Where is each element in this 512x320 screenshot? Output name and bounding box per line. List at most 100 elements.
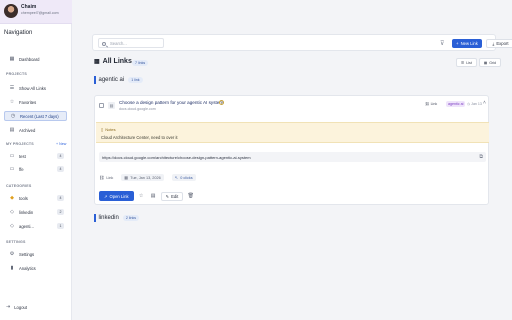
calendar-icon: ▦	[124, 175, 129, 180]
meta-type: ⛓ Link	[99, 175, 113, 181]
list-icon: ☰	[461, 60, 465, 65]
star-icon[interactable]: ☆	[137, 192, 146, 201]
url-text: https://docs.cloud.google.com/architectu…	[102, 154, 251, 160]
copy-icon[interactable]: ⧉	[479, 154, 483, 160]
item-count: 4	[57, 153, 64, 159]
item-count: 2	[57, 209, 64, 215]
sidebar-item-label: Settings	[19, 251, 35, 257]
sidebar-item-settings[interactable]: ⚙ Settings	[4, 249, 67, 259]
filter-icon[interactable]: ⊽	[440, 40, 444, 47]
view-grid-button[interactable]: ▦ Grid	[478, 58, 502, 67]
link-icon: ⛓	[99, 174, 105, 180]
page-title: ▦ All Links	[94, 58, 132, 65]
document-icon: ▤	[108, 102, 115, 109]
open-link-label: Open Link	[109, 193, 129, 199]
url-field[interactable]: https://docs.cloud.google.com/architectu…	[99, 152, 486, 162]
card-date-label: Jan 13	[471, 102, 482, 106]
group-header[interactable]: agentic ai 1 link	[94, 76, 143, 84]
archive-icon: ▤	[9, 127, 15, 133]
open-link-button[interactable]: ↗ Open Link	[99, 191, 134, 201]
sidebar-item-label: agenti...	[19, 223, 34, 229]
sidebar-item-dashboard[interactable]: ▦ Dashboard	[4, 54, 67, 64]
item-count: 4	[57, 166, 64, 172]
card-actions: ↗ Open Link ☆ ▤ ✎ Edit 🗑	[99, 191, 195, 201]
sidebar-item-label: tools	[19, 195, 28, 201]
avatar	[4, 4, 18, 18]
notes-panel: ▯ Notes Cloud Architecture Center, need t…	[96, 122, 489, 143]
sidebar-item-project[interactable]: ▭ test 4	[4, 151, 67, 161]
link-card[interactable]: ▤ Choose a design pattern for your agent…	[94, 95, 489, 205]
group-name: linkedin	[98, 215, 119, 221]
search-input[interactable]: Search...	[98, 38, 164, 48]
sidebar-item-category[interactable]: ◇ agenti... 1	[4, 221, 67, 231]
logout-icon: ⇥	[6, 304, 11, 310]
user-email: chempeel7@gmail.com	[21, 11, 59, 15]
archive-icon[interactable]: ▤	[149, 192, 158, 201]
export-button[interactable]: ⤓ Export	[486, 39, 512, 48]
external-link-icon: ↗	[104, 193, 108, 199]
select-checkbox[interactable]	[99, 103, 104, 108]
sidebar-item-label: linkedin	[19, 209, 34, 215]
sidebar-item-label: Analytics	[19, 265, 36, 271]
meta-clicks-label: 0 clicks	[180, 175, 193, 180]
section-settings: SETTINGS	[6, 240, 26, 244]
notes-label: ▯ Notes	[101, 127, 116, 132]
bar-chart-icon: ▮	[10, 265, 14, 271]
list-icon: ☰	[9, 85, 15, 91]
sidebar-item-label: Recent (Last 7 days)	[20, 113, 59, 119]
new-project-button[interactable]: + New	[56, 142, 66, 146]
tag-icon: ◇	[10, 209, 14, 215]
sidebar-item-category[interactable]: ◆ tools 4	[4, 193, 67, 203]
new-link-label: New Link	[460, 41, 478, 46]
search-icon	[102, 41, 106, 46]
section-my-projects: MY PROJECTS	[6, 142, 34, 146]
view-grid-label: Grid	[489, 60, 497, 65]
group-header[interactable]: linkedin 2 links	[94, 214, 140, 222]
grid-icon: ▦	[483, 60, 488, 65]
meta-date: ▦ Tue, Jan 13, 2026	[121, 174, 164, 181]
item-count: 4	[57, 195, 64, 201]
nav-title: Navigation	[4, 30, 33, 36]
meta-row: ⛓ Link ▦ Tue, Jan 13, 2026 ↖ 0 clicks	[99, 174, 196, 181]
meta-clicks: ↖ 0 clicks	[171, 174, 196, 181]
type-tag: ⛓ Link	[425, 102, 437, 106]
category-tag: agentic ai	[446, 101, 466, 107]
grid-icon: ▦	[94, 59, 100, 65]
links-count-badge: 7 links	[132, 60, 149, 66]
sidebar-item-analytics[interactable]: ▮ Analytics	[4, 263, 67, 273]
sidebar-item-archived[interactable]: ▤ Archived	[4, 125, 67, 135]
clock-icon: ◷	[10, 113, 16, 119]
layout-icon: ▦	[9, 56, 15, 62]
sidebar-item-project[interactable]: ▭ ffe 4	[4, 164, 67, 174]
sidebar-item-favorites[interactable]: ☆ Favorites	[4, 97, 67, 107]
sidebar-item-category[interactable]: ◇ linkedin 2	[4, 207, 67, 217]
meta-type-label: Link	[106, 175, 114, 180]
user-name: Chaim	[21, 4, 37, 10]
item-count: 1	[57, 223, 64, 229]
group-accent-bar	[94, 214, 96, 222]
type-tag-label: Link	[430, 102, 438, 106]
card-date: ◷ Jan 13	[467, 102, 482, 106]
sidebar-item-recent[interactable]: ◷ Recent (Last 7 days)	[4, 111, 67, 121]
folder-icon: ▭	[9, 166, 15, 172]
meta-date-label: Tue, Jan 13, 2026	[130, 175, 161, 180]
user-profile[interactable]: Chaim chempeel7@gmail.com	[0, 0, 72, 24]
new-link-button[interactable]: + New Link	[452, 39, 482, 48]
sidebar-item-label: ffe	[19, 166, 24, 172]
note-icon: ▯	[101, 127, 104, 132]
link-title[interactable]: Choose a design pattern for your agentic…	[119, 100, 223, 105]
chevron-up-icon[interactable]: ˄	[483, 100, 486, 106]
info-icon[interactable]: i	[219, 100, 224, 105]
main-content: Search... ⊽ + New Link ⤓ Export ▦ All Li…	[73, 0, 512, 320]
edit-button[interactable]: ✎ Edit	[160, 191, 184, 201]
sidebar-item-show-all[interactable]: ☰ Show All Links	[4, 83, 67, 93]
group-count-badge: 2 links	[122, 215, 140, 221]
trash-icon[interactable]: 🗑	[186, 192, 195, 201]
link-domain: docs.cloud.google.com	[119, 107, 156, 111]
logout-button[interactable]: ⇥ Logout	[6, 304, 27, 310]
folder-icon: ▭	[9, 153, 15, 159]
edit-icon: ✎	[165, 193, 170, 199]
view-list-button[interactable]: ☰ List	[456, 58, 477, 67]
toolbar: Search... ⊽ + New Link ⤓ Export	[92, 34, 512, 51]
plus-icon: +	[456, 41, 459, 46]
